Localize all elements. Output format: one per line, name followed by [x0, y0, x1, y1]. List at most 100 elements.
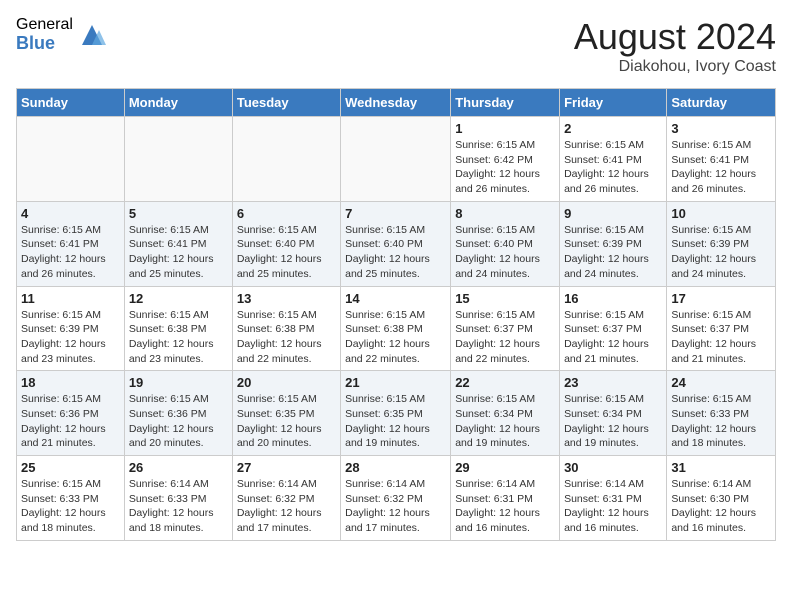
title-block: August 2024 Diakohou, Ivory Coast	[574, 16, 776, 76]
calendar-week-row: 25 Sunrise: 6:15 AM Sunset: 6:33 PM Dayli…	[17, 456, 776, 541]
day-info: Sunrise: 6:15 AM Sunset: 6:35 PM Dayligh…	[237, 392, 336, 451]
day-info: Sunrise: 6:14 AM Sunset: 6:30 PM Dayligh…	[671, 477, 771, 536]
day-number: 15	[455, 291, 555, 306]
logo-blue: Blue	[16, 34, 73, 54]
calendar-cell: 30Sunrise: 6:14 AM Sunset: 6:31 PM Dayli…	[560, 456, 667, 541]
calendar-cell: 3 Sunrise: 6:15 AM Sunset: 6:41 PM Daylig…	[667, 117, 776, 202]
month-year-title: August 2024	[574, 16, 776, 58]
day-number: 10	[671, 206, 771, 221]
weekday-header-monday: Monday	[124, 89, 232, 117]
page-header: General Blue August 2024 Diakohou, Ivory…	[16, 16, 776, 76]
weekday-header-tuesday: Tuesday	[232, 89, 340, 117]
day-number: 16	[564, 291, 662, 306]
day-info: Sunrise: 6:15 AM Sunset: 6:41 PM Dayligh…	[671, 138, 771, 197]
calendar-cell: 4Sunrise: 6:15 AM Sunset: 6:41 PM Daylig…	[17, 201, 125, 286]
calendar-cell: 1Sunrise: 6:15 AM Sunset: 6:42 PM Daylig…	[451, 117, 560, 202]
day-info: Sunrise: 6:15 AM Sunset: 6:41 PM Dayligh…	[129, 223, 228, 282]
day-info: Sunrise: 6:15 AM Sunset: 6:39 PM Dayligh…	[671, 223, 771, 282]
day-number: 8	[455, 206, 555, 221]
day-number: 22	[455, 375, 555, 390]
weekday-header-sunday: Sunday	[17, 89, 125, 117]
day-number: 25	[21, 460, 120, 475]
day-number: 3	[671, 121, 771, 136]
logo-general: General	[16, 16, 73, 34]
day-info: Sunrise: 6:15 AM Sunset: 6:33 PM Dayligh…	[21, 477, 120, 536]
calendar-cell: 15 Sunrise: 6:15 AM Sunset: 6:37 PM Dayli…	[451, 286, 560, 371]
calendar-cell: 23Sunrise: 6:15 AM Sunset: 6:34 PM Dayli…	[560, 371, 667, 456]
calendar-week-row: 4Sunrise: 6:15 AM Sunset: 6:41 PM Daylig…	[17, 201, 776, 286]
day-info: Sunrise: 6:15 AM Sunset: 6:34 PM Dayligh…	[455, 392, 555, 451]
calendar-table: SundayMondayTuesdayWednesdayThursdayFrid…	[16, 88, 776, 541]
calendar-cell: 21 Sunrise: 6:15 AM Sunset: 6:35 PM Dayli…	[341, 371, 451, 456]
day-number: 27	[237, 460, 336, 475]
weekday-header-wednesday: Wednesday	[341, 89, 451, 117]
calendar-cell: 24Sunrise: 6:15 AM Sunset: 6:33 PM Dayli…	[667, 371, 776, 456]
day-info: Sunrise: 6:14 AM Sunset: 6:33 PM Dayligh…	[129, 477, 228, 536]
calendar-cell: 2 Sunrise: 6:15 AM Sunset: 6:41 PM Daylig…	[560, 117, 667, 202]
day-info: Sunrise: 6:15 AM Sunset: 6:41 PM Dayligh…	[564, 138, 662, 197]
location-subtitle: Diakohou, Ivory Coast	[574, 58, 776, 76]
calendar-cell: 25 Sunrise: 6:15 AM Sunset: 6:33 PM Dayli…	[17, 456, 125, 541]
calendar-week-row: 18 Sunrise: 6:15 AM Sunset: 6:36 PM Dayli…	[17, 371, 776, 456]
calendar-cell: 14Sunrise: 6:15 AM Sunset: 6:38 PM Dayli…	[341, 286, 451, 371]
day-number: 26	[129, 460, 228, 475]
day-info: Sunrise: 6:15 AM Sunset: 6:40 PM Dayligh…	[237, 223, 336, 282]
day-number: 20	[237, 375, 336, 390]
calendar-week-row: 1Sunrise: 6:15 AM Sunset: 6:42 PM Daylig…	[17, 117, 776, 202]
weekday-header-row: SundayMondayTuesdayWednesdayThursdayFrid…	[17, 89, 776, 117]
calendar-cell: 17Sunrise: 6:15 AM Sunset: 6:37 PM Dayli…	[667, 286, 776, 371]
day-info: Sunrise: 6:15 AM Sunset: 6:35 PM Dayligh…	[345, 392, 446, 451]
day-number: 19	[129, 375, 228, 390]
logo-icon	[77, 20, 107, 50]
logo: General Blue	[16, 16, 107, 53]
day-number: 2	[564, 121, 662, 136]
calendar-cell: 22 Sunrise: 6:15 AM Sunset: 6:34 PM Dayli…	[451, 371, 560, 456]
day-info: Sunrise: 6:15 AM Sunset: 6:37 PM Dayligh…	[455, 308, 555, 367]
calendar-cell: 8 Sunrise: 6:15 AM Sunset: 6:40 PM Daylig…	[451, 201, 560, 286]
weekday-header-saturday: Saturday	[667, 89, 776, 117]
day-info: Sunrise: 6:15 AM Sunset: 6:41 PM Dayligh…	[21, 223, 120, 282]
day-info: Sunrise: 6:15 AM Sunset: 6:36 PM Dayligh…	[129, 392, 228, 451]
day-number: 12	[129, 291, 228, 306]
calendar-cell: 28Sunrise: 6:14 AM Sunset: 6:32 PM Dayli…	[341, 456, 451, 541]
day-info: Sunrise: 6:15 AM Sunset: 6:39 PM Dayligh…	[564, 223, 662, 282]
day-info: Sunrise: 6:15 AM Sunset: 6:37 PM Dayligh…	[671, 308, 771, 367]
day-number: 23	[564, 375, 662, 390]
calendar-cell	[341, 117, 451, 202]
calendar-cell	[17, 117, 125, 202]
calendar-cell: 31 Sunrise: 6:14 AM Sunset: 6:30 PM Dayli…	[667, 456, 776, 541]
day-info: Sunrise: 6:15 AM Sunset: 6:42 PM Dayligh…	[455, 138, 555, 197]
calendar-cell: 10 Sunrise: 6:15 AM Sunset: 6:39 PM Dayli…	[667, 201, 776, 286]
calendar-cell: 18 Sunrise: 6:15 AM Sunset: 6:36 PM Dayli…	[17, 371, 125, 456]
day-number: 9	[564, 206, 662, 221]
calendar-cell: 12Sunrise: 6:15 AM Sunset: 6:38 PM Dayli…	[124, 286, 232, 371]
day-number: 18	[21, 375, 120, 390]
calendar-cell: 19 Sunrise: 6:15 AM Sunset: 6:36 PM Dayli…	[124, 371, 232, 456]
day-number: 24	[671, 375, 771, 390]
weekday-header-thursday: Thursday	[451, 89, 560, 117]
day-info: Sunrise: 6:14 AM Sunset: 6:31 PM Dayligh…	[455, 477, 555, 536]
calendar-cell	[232, 117, 340, 202]
day-info: Sunrise: 6:15 AM Sunset: 6:40 PM Dayligh…	[455, 223, 555, 282]
day-number: 13	[237, 291, 336, 306]
calendar-cell: 13 Sunrise: 6:15 AM Sunset: 6:38 PM Dayli…	[232, 286, 340, 371]
day-number: 11	[21, 291, 120, 306]
day-info: Sunrise: 6:14 AM Sunset: 6:32 PM Dayligh…	[237, 477, 336, 536]
day-number: 30	[564, 460, 662, 475]
day-number: 7	[345, 206, 446, 221]
day-info: Sunrise: 6:15 AM Sunset: 6:36 PM Dayligh…	[21, 392, 120, 451]
day-info: Sunrise: 6:15 AM Sunset: 6:38 PM Dayligh…	[237, 308, 336, 367]
day-number: 21	[345, 375, 446, 390]
day-number: 5	[129, 206, 228, 221]
day-number: 6	[237, 206, 336, 221]
day-number: 29	[455, 460, 555, 475]
day-info: Sunrise: 6:15 AM Sunset: 6:37 PM Dayligh…	[564, 308, 662, 367]
calendar-cell: 16 Sunrise: 6:15 AM Sunset: 6:37 PM Dayli…	[560, 286, 667, 371]
day-info: Sunrise: 6:15 AM Sunset: 6:38 PM Dayligh…	[345, 308, 446, 367]
calendar-cell: 11Sunrise: 6:15 AM Sunset: 6:39 PM Dayli…	[17, 286, 125, 371]
calendar-cell: 7Sunrise: 6:15 AM Sunset: 6:40 PM Daylig…	[341, 201, 451, 286]
calendar-cell	[124, 117, 232, 202]
calendar-cell: 26 Sunrise: 6:14 AM Sunset: 6:33 PM Dayli…	[124, 456, 232, 541]
calendar-week-row: 11Sunrise: 6:15 AM Sunset: 6:39 PM Dayli…	[17, 286, 776, 371]
day-number: 31	[671, 460, 771, 475]
